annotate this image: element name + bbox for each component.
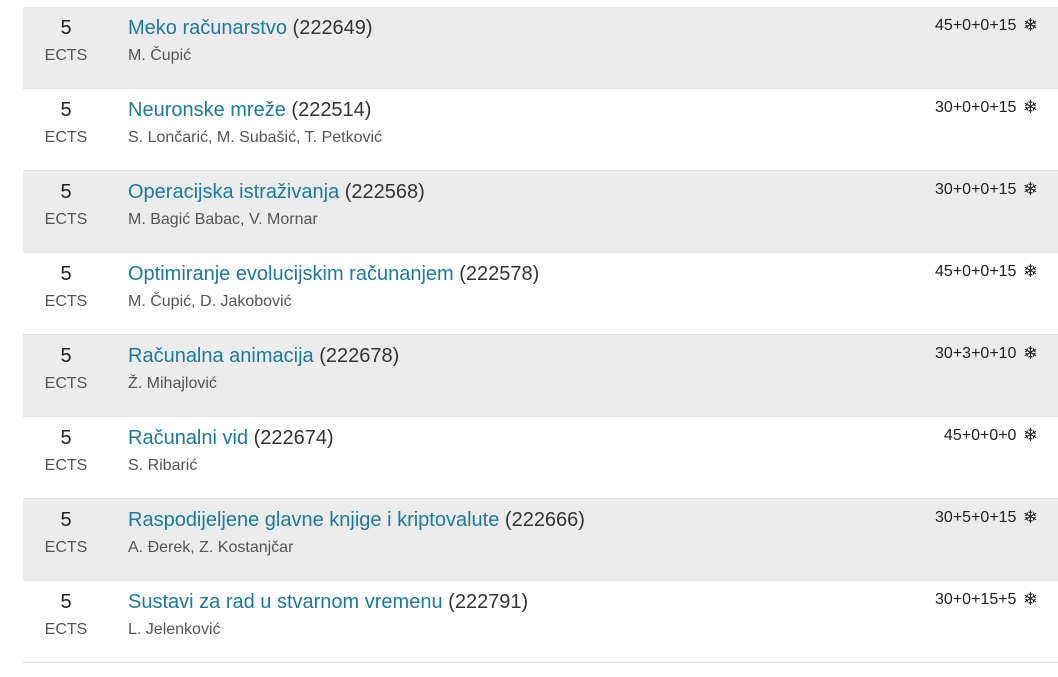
course-info: Meko računarstvo (222649) M. Čupić [128, 7, 888, 66]
course-code: (222674) [253, 427, 334, 449]
course-code: (222791) [448, 591, 529, 613]
hours-text: 45+0+0+0 [943, 427, 1017, 444]
hours-text: 30+0+0+15 [935, 99, 1017, 116]
ects-cell: 5 ECTS [23, 335, 109, 394]
snowflake-icon: ❄ [1022, 507, 1038, 528]
ects-cell: 5 ECTS [23, 7, 109, 66]
course-code: (222568) [344, 181, 425, 203]
ects-unit: ECTS [44, 129, 88, 146]
snowflake-icon: ❄ [1022, 343, 1038, 364]
course-title-line: Sustavi za rad u stvarnom vremenu (22279… [128, 590, 888, 614]
course-code: (222666) [504, 509, 585, 531]
ects-value: 5 [60, 427, 72, 449]
course-row: 5 ECTS Računalna animacija (222678) Ž. M… [23, 335, 1058, 417]
ects-unit: ECTS [44, 293, 88, 310]
hours-text: 45+0+0+15 [935, 17, 1017, 34]
course-info: Raspodijeljene glavne knjige i kriptoval… [128, 499, 888, 558]
snowflake-icon: ❄ [1022, 425, 1038, 446]
ects-cell: 5 ECTS [23, 253, 109, 312]
course-name-link[interactable]: Raspodijeljene glavne knjige i kriptoval… [128, 509, 499, 531]
course-title-line: Optimiranje evolucijskim računanjem (222… [128, 262, 888, 286]
ects-value: 5 [60, 99, 72, 121]
course-row: 5 ECTS Operacijska istraživanja (222568)… [23, 171, 1058, 253]
course-name-link[interactable]: Sustavi za rad u stvarnom vremenu [128, 591, 443, 613]
course-lecturers: L. Jelenković [128, 621, 221, 638]
course-hours: 30+5+0+15 ❄ [935, 508, 1038, 528]
hours-text: 30+0+0+15 [935, 181, 1017, 198]
ects-unit: ECTS [44, 47, 88, 64]
course-hours: 30+0+15+5 ❄ [935, 590, 1038, 610]
ects-unit: ECTS [44, 457, 88, 474]
ects-value: 5 [60, 345, 72, 367]
hours-text: 30+5+0+15 [935, 509, 1017, 526]
snowflake-icon: ❄ [1022, 589, 1038, 610]
course-hours: 45+0+0+15 ❄ [935, 262, 1038, 282]
course-info: Sustavi za rad u stvarnom vremenu (22279… [128, 581, 888, 640]
course-name-link[interactable]: Optimiranje evolucijskim računanjem [128, 263, 454, 285]
course-row: 5 ECTS Sustavi za rad u stvarnom vremenu… [23, 581, 1058, 663]
course-code: (222649) [292, 17, 373, 39]
course-info: Računalni vid (222674) S. Ribarić [128, 417, 888, 476]
ects-value: 5 [60, 181, 72, 203]
course-title-line: Meko računarstvo (222649) [128, 16, 888, 40]
ects-unit: ECTS [44, 621, 88, 638]
course-lecturers: Ž. Mihajlović [128, 375, 217, 392]
course-lecturers: M. Bagić Babac, V. Mornar [128, 211, 318, 228]
course-lecturers: A. Đerek, Z. Kostanjčar [128, 539, 294, 556]
course-hours: 45+0+0+15 ❄ [935, 16, 1038, 36]
course-hours: 30+0+0+15 ❄ [935, 98, 1038, 118]
ects-value: 5 [60, 17, 72, 39]
ects-value: 5 [60, 591, 72, 613]
ects-cell: 5 ECTS [23, 499, 109, 558]
course-title-line: Računalna animacija (222678) [128, 344, 888, 368]
course-lecturers: S. Ribarić [128, 457, 198, 474]
ects-unit: ECTS [44, 539, 88, 556]
course-info: Neuronske mreže (222514) S. Lončarić, M.… [128, 89, 888, 148]
course-title-line: Neuronske mreže (222514) [128, 98, 888, 122]
hours-text: 45+0+0+15 [935, 263, 1017, 280]
course-title-line: Raspodijeljene glavne knjige i kriptoval… [128, 508, 888, 532]
course-hours: 30+3+0+10 ❄ [935, 344, 1038, 364]
ects-value: 5 [60, 509, 72, 531]
ects-cell: 5 ECTS [23, 581, 109, 640]
course-info: Operacijska istraživanja (222568) M. Bag… [128, 171, 888, 230]
course-name-link[interactable]: Meko računarstvo [128, 17, 287, 39]
snowflake-icon: ❄ [1022, 179, 1038, 200]
course-code: (222678) [319, 345, 400, 367]
course-info: Optimiranje evolucijskim računanjem (222… [128, 253, 888, 312]
course-row: 5 ECTS Neuronske mreže (222514) S. Lonča… [23, 89, 1058, 171]
course-lecturers: S. Lončarić, M. Subašić, T. Petković [128, 129, 383, 146]
ects-cell: 5 ECTS [23, 171, 109, 230]
course-title-line: Računalni vid (222674) [128, 426, 888, 450]
course-name-link[interactable]: Računalna animacija [128, 345, 314, 367]
course-row: 5 ECTS Optimiranje evolucijskim računanj… [23, 253, 1058, 335]
course-row: 5 ECTS Raspodijeljene glavne knjige i kr… [23, 499, 1058, 581]
snowflake-icon: ❄ [1022, 261, 1038, 282]
course-code: (222514) [291, 99, 372, 121]
ects-unit: ECTS [44, 211, 88, 228]
hours-text: 30+0+15+5 [935, 591, 1017, 608]
course-row: 5 ECTS Računalni vid (222674) S. Ribarić… [23, 417, 1058, 499]
course-hours: 45+0+0+0 ❄ [944, 426, 1038, 446]
course-name-link[interactable]: Neuronske mreže [128, 99, 286, 121]
course-hours: 30+0+0+15 ❄ [935, 180, 1038, 200]
course-list: 5 ECTS Meko računarstvo (222649) M. Čupi… [23, 7, 1058, 663]
course-title-line: Operacijska istraživanja (222568) [128, 180, 888, 204]
snowflake-icon: ❄ [1022, 15, 1038, 36]
ects-cell: 5 ECTS [23, 89, 109, 148]
ects-cell: 5 ECTS [23, 417, 109, 476]
ects-unit: ECTS [44, 375, 88, 392]
course-name-link[interactable]: Računalni vid [128, 427, 248, 449]
course-lecturers: M. Čupić [128, 47, 192, 64]
course-name-link[interactable]: Operacijska istraživanja [128, 181, 339, 203]
hours-text: 30+3+0+10 [935, 345, 1017, 362]
course-code: (222578) [459, 263, 540, 285]
course-row: 5 ECTS Meko računarstvo (222649) M. Čupi… [23, 7, 1058, 89]
course-lecturers: M. Čupić, D. Jakobović [128, 293, 292, 310]
ects-value: 5 [60, 263, 72, 285]
snowflake-icon: ❄ [1022, 97, 1038, 118]
course-info: Računalna animacija (222678) Ž. Mihajlov… [128, 335, 888, 394]
